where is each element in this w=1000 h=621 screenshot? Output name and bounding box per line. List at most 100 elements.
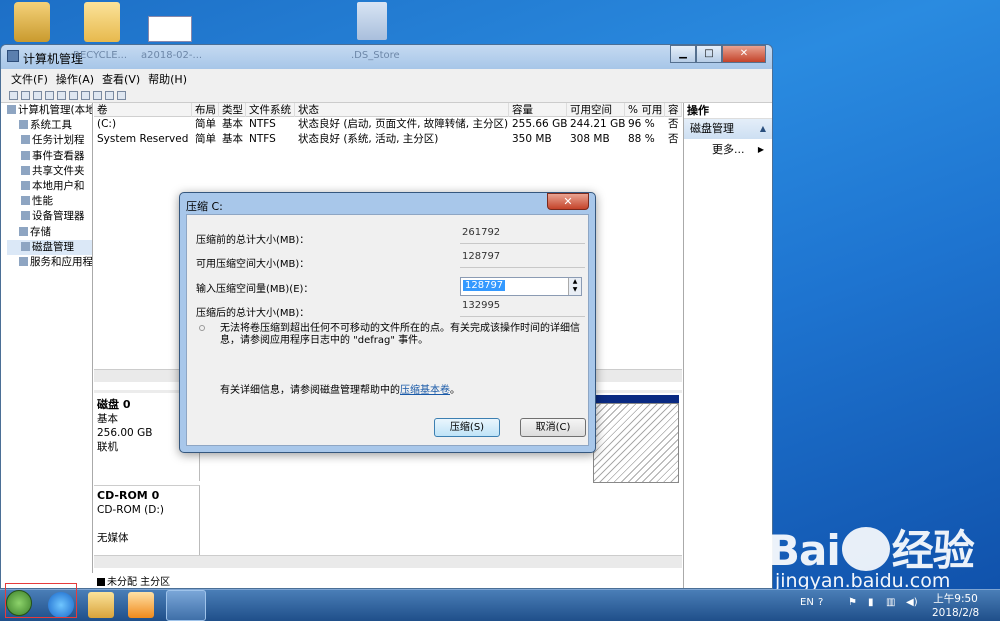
- value-total-before: 261792: [460, 227, 585, 244]
- refresh-icon[interactable]: [81, 90, 90, 100]
- menu-view[interactable]: 查看(V): [102, 71, 140, 87]
- col-filesystem[interactable]: 文件系统: [246, 103, 295, 117]
- tree-item-services[interactable]: 服务和应用程: [7, 255, 92, 270]
- cell-fault-tolerance: 否: [668, 133, 679, 145]
- legend: 未分配 主分区: [97, 573, 170, 588]
- tree-item-system-tools[interactable]: 系统工具: [7, 118, 92, 133]
- value-available-shrink: 128797: [460, 251, 585, 268]
- col-status[interactable]: 状态: [295, 103, 509, 117]
- tree-item-task-scheduler[interactable]: 任务计划程: [7, 133, 92, 148]
- services-icon: [19, 256, 28, 266]
- dialog-close-button[interactable]: ✕: [547, 193, 589, 210]
- col-fault-tolerance[interactable]: 容: [665, 103, 682, 117]
- actions-section-disk-management[interactable]: 磁盘管理: [684, 119, 772, 139]
- label-total-after: 压缩后的总计大小(MB)：: [196, 308, 310, 319]
- minimize-button[interactable]: ▁: [670, 45, 696, 63]
- label-shrink-amount: 输入压缩空间量(MB)(E)：: [196, 284, 314, 295]
- battery-tray-icon[interactable]: ▮: [868, 597, 874, 608]
- col-volume[interactable]: 卷: [94, 103, 192, 117]
- actions-more[interactable]: 更多...: [684, 139, 772, 161]
- dialog-body: 压缩前的总计大小(MB)： 261792 可用压缩空间大小(MB)： 12879…: [186, 214, 589, 446]
- cdrom-0-type: CD-ROM (D:): [97, 504, 164, 516]
- col-percent-free[interactable]: % 可用: [625, 103, 665, 117]
- ghost-label-dsstore: .DS_Store: [351, 50, 400, 61]
- unallocated-swatch: [97, 578, 105, 586]
- volume-tray-icon[interactable]: ◀): [906, 597, 918, 608]
- cell-filesystem: NTFS: [249, 118, 276, 130]
- desktop-folder-icon[interactable]: [84, 2, 120, 42]
- help-link-shrink-basic-volume[interactable]: 压缩基本卷: [400, 385, 450, 396]
- desktop-user-folder-icon[interactable]: [14, 2, 50, 42]
- cell-volume: (C:): [97, 118, 117, 130]
- menu-file[interactable]: 文件(F): [11, 71, 48, 87]
- cell-free-space: 244.21 GB: [570, 118, 626, 130]
- window-titlebar[interactable]: 计算机管理 RECYCLE... a2018-02-... .DS_Store …: [1, 45, 772, 69]
- tools-icon: [19, 120, 28, 130]
- cell-percent-free: 88 %: [628, 133, 655, 145]
- clock-icon: [21, 135, 30, 145]
- partition-c-block[interactable]: [593, 403, 679, 483]
- tree-item-event-viewer[interactable]: 事件查看器: [7, 149, 92, 164]
- disk-0-name: 磁盘 0: [97, 398, 131, 411]
- col-type[interactable]: 类型: [219, 103, 246, 117]
- language-indicator[interactable]: EN: [800, 597, 814, 608]
- col-capacity[interactable]: 容量: [509, 103, 567, 117]
- cell-capacity: 255.66 GB: [512, 118, 568, 130]
- maximize-button[interactable]: □: [696, 45, 722, 63]
- col-free-space[interactable]: 可用空间: [567, 103, 625, 117]
- dialog-help-text: 有关详细信息，请参阅磁盘管理帮助中的压缩基本卷。: [220, 385, 460, 396]
- spin-arrows-icon[interactable]: ▲ ▼: [568, 278, 581, 295]
- cdrom-0-status: 无媒体: [97, 532, 129, 544]
- cell-volume: System Reserved: [97, 133, 189, 145]
- tree-item-storage[interactable]: 存储: [7, 225, 92, 240]
- table-row[interactable]: System Reserved 简单 基本 NTFS 状态良好 (系统, 活动,…: [94, 132, 682, 147]
- close-button[interactable]: ✕: [722, 45, 766, 63]
- event-icon: [21, 150, 30, 160]
- tree-item-performance[interactable]: 性能: [7, 194, 92, 209]
- dialog-title: 压缩 C:: [186, 200, 223, 213]
- shrink-amount-stepper[interactable]: 128797 ▲ ▼: [460, 277, 582, 296]
- disk-map-scrollbar[interactable]: [94, 555, 682, 568]
- delete-icon[interactable]: [69, 90, 78, 100]
- disk-icon[interactable]: [117, 90, 126, 100]
- forward-icon[interactable]: [21, 90, 30, 100]
- table-row[interactable]: (C:) 简单 基本 NTFS 状态良好 (启动, 页面文件, 故障转储, 主分…: [94, 117, 682, 132]
- menu-bar: 文件(F) 操作(A) 查看(V) 帮助(H): [1, 69, 772, 88]
- shrink-button[interactable]: 压缩(S): [434, 418, 500, 437]
- folder-icon: [21, 165, 30, 175]
- settings-icon[interactable]: [105, 90, 114, 100]
- tray-clock[interactable]: 上午9:50 2018/2/8: [932, 592, 979, 620]
- cancel-button[interactable]: 取消(C): [520, 418, 586, 437]
- tree-item-device-manager[interactable]: 设备管理器: [7, 209, 92, 224]
- properties-icon[interactable]: [45, 90, 54, 100]
- help-tray-icon[interactable]: ?: [818, 597, 823, 608]
- help-icon[interactable]: [57, 90, 66, 100]
- media-player-icon[interactable]: [128, 592, 154, 618]
- cell-layout: 简单: [195, 118, 216, 130]
- export-icon[interactable]: [93, 90, 102, 100]
- tree-item-disk-management[interactable]: 磁盘管理: [7, 239, 92, 255]
- network-tray-icon[interactable]: ▥: [886, 597, 895, 608]
- cell-free-space: 308 MB: [570, 133, 610, 145]
- col-layout[interactable]: 布局: [192, 103, 219, 117]
- tree-item-shared-folders[interactable]: 共享文件夹: [7, 164, 92, 179]
- explorer-folder-icon[interactable]: [88, 592, 114, 618]
- device-icon: [21, 211, 30, 221]
- shrink-amount-input[interactable]: 128797: [463, 280, 506, 291]
- partition-header-bar: [593, 395, 679, 403]
- shrink-dialog: 压缩 C: ✕ 压缩前的总计大小(MB)： 261792 可用压缩空间大小(MB…: [179, 192, 596, 453]
- start-highlight-box: [5, 583, 77, 618]
- taskbar: EN ? ⚑ ▮ ▥ ◀) 上午9:50 2018/2/8: [0, 589, 1000, 621]
- menu-help[interactable]: 帮助(H): [148, 71, 187, 87]
- menu-action[interactable]: 操作(A): [56, 71, 94, 87]
- cell-filesystem: NTFS: [249, 133, 276, 145]
- flag-tray-icon[interactable]: ⚑: [848, 597, 857, 608]
- tree-item-root[interactable]: 计算机管理(本地: [7, 103, 92, 118]
- up-icon[interactable]: [33, 90, 42, 100]
- tree-item-local-users[interactable]: 本地用户和: [7, 179, 92, 194]
- back-icon[interactable]: [9, 90, 18, 100]
- computer-management-taskbar-icon[interactable]: [166, 590, 206, 621]
- toolbar: [1, 88, 772, 103]
- desktop-screenshot-icon[interactable]: [148, 16, 192, 42]
- desktop-file-icon[interactable]: [357, 2, 387, 40]
